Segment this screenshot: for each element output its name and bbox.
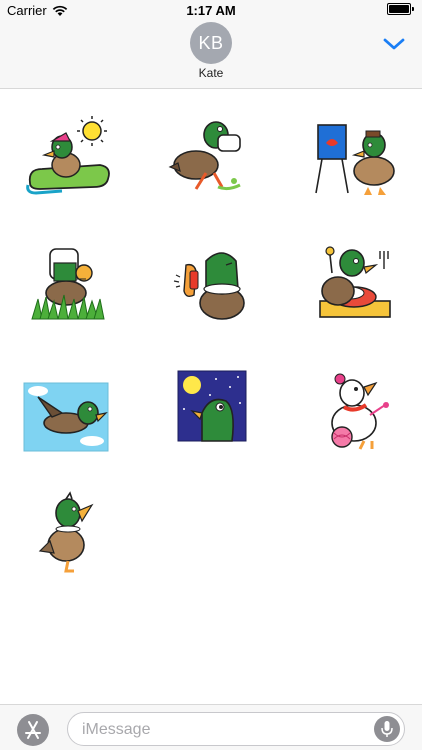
battery-icon [387,3,411,15]
message-input-bar: iMessage [0,704,422,750]
sticker-grid [0,89,422,701]
contact-name[interactable]: Kate [0,66,422,80]
message-placeholder: iMessage [82,721,151,738]
duck-with-mask-sticker[interactable] [166,115,256,205]
duck-knitting-sticker[interactable] [310,367,400,457]
duck-walking-sticker[interactable] [26,491,116,581]
app-store-button[interactable] [17,714,49,746]
duck-painting-sticker[interactable] [310,115,400,205]
microphone-button[interactable] [374,716,400,742]
duck-on-phone-sticker[interactable] [166,241,256,331]
duck-in-grass-sticker[interactable] [26,239,116,329]
duck-moon-night-sticker[interactable] [166,369,256,459]
chevron-down-icon[interactable] [382,35,406,53]
duck-cooking-sticker[interactable] [310,239,400,329]
status-time: 1:17 AM [186,3,236,18]
imessage-sticker-screen: Carrier 1:17 AM KB Kate iMessage [0,0,422,750]
contact-avatar[interactable]: KB [190,22,232,64]
conversation-header: KB Kate [0,22,422,89]
status-right [387,3,414,15]
microphone-icon [381,721,393,737]
status-bar: Carrier 1:17 AM [0,0,422,22]
duck-on-sled-sticker[interactable] [22,111,112,201]
message-field[interactable]: iMessage [67,712,405,746]
duck-flying-sticker[interactable] [22,369,112,459]
battery-tip [412,7,414,11]
app-store-icon [25,721,41,739]
